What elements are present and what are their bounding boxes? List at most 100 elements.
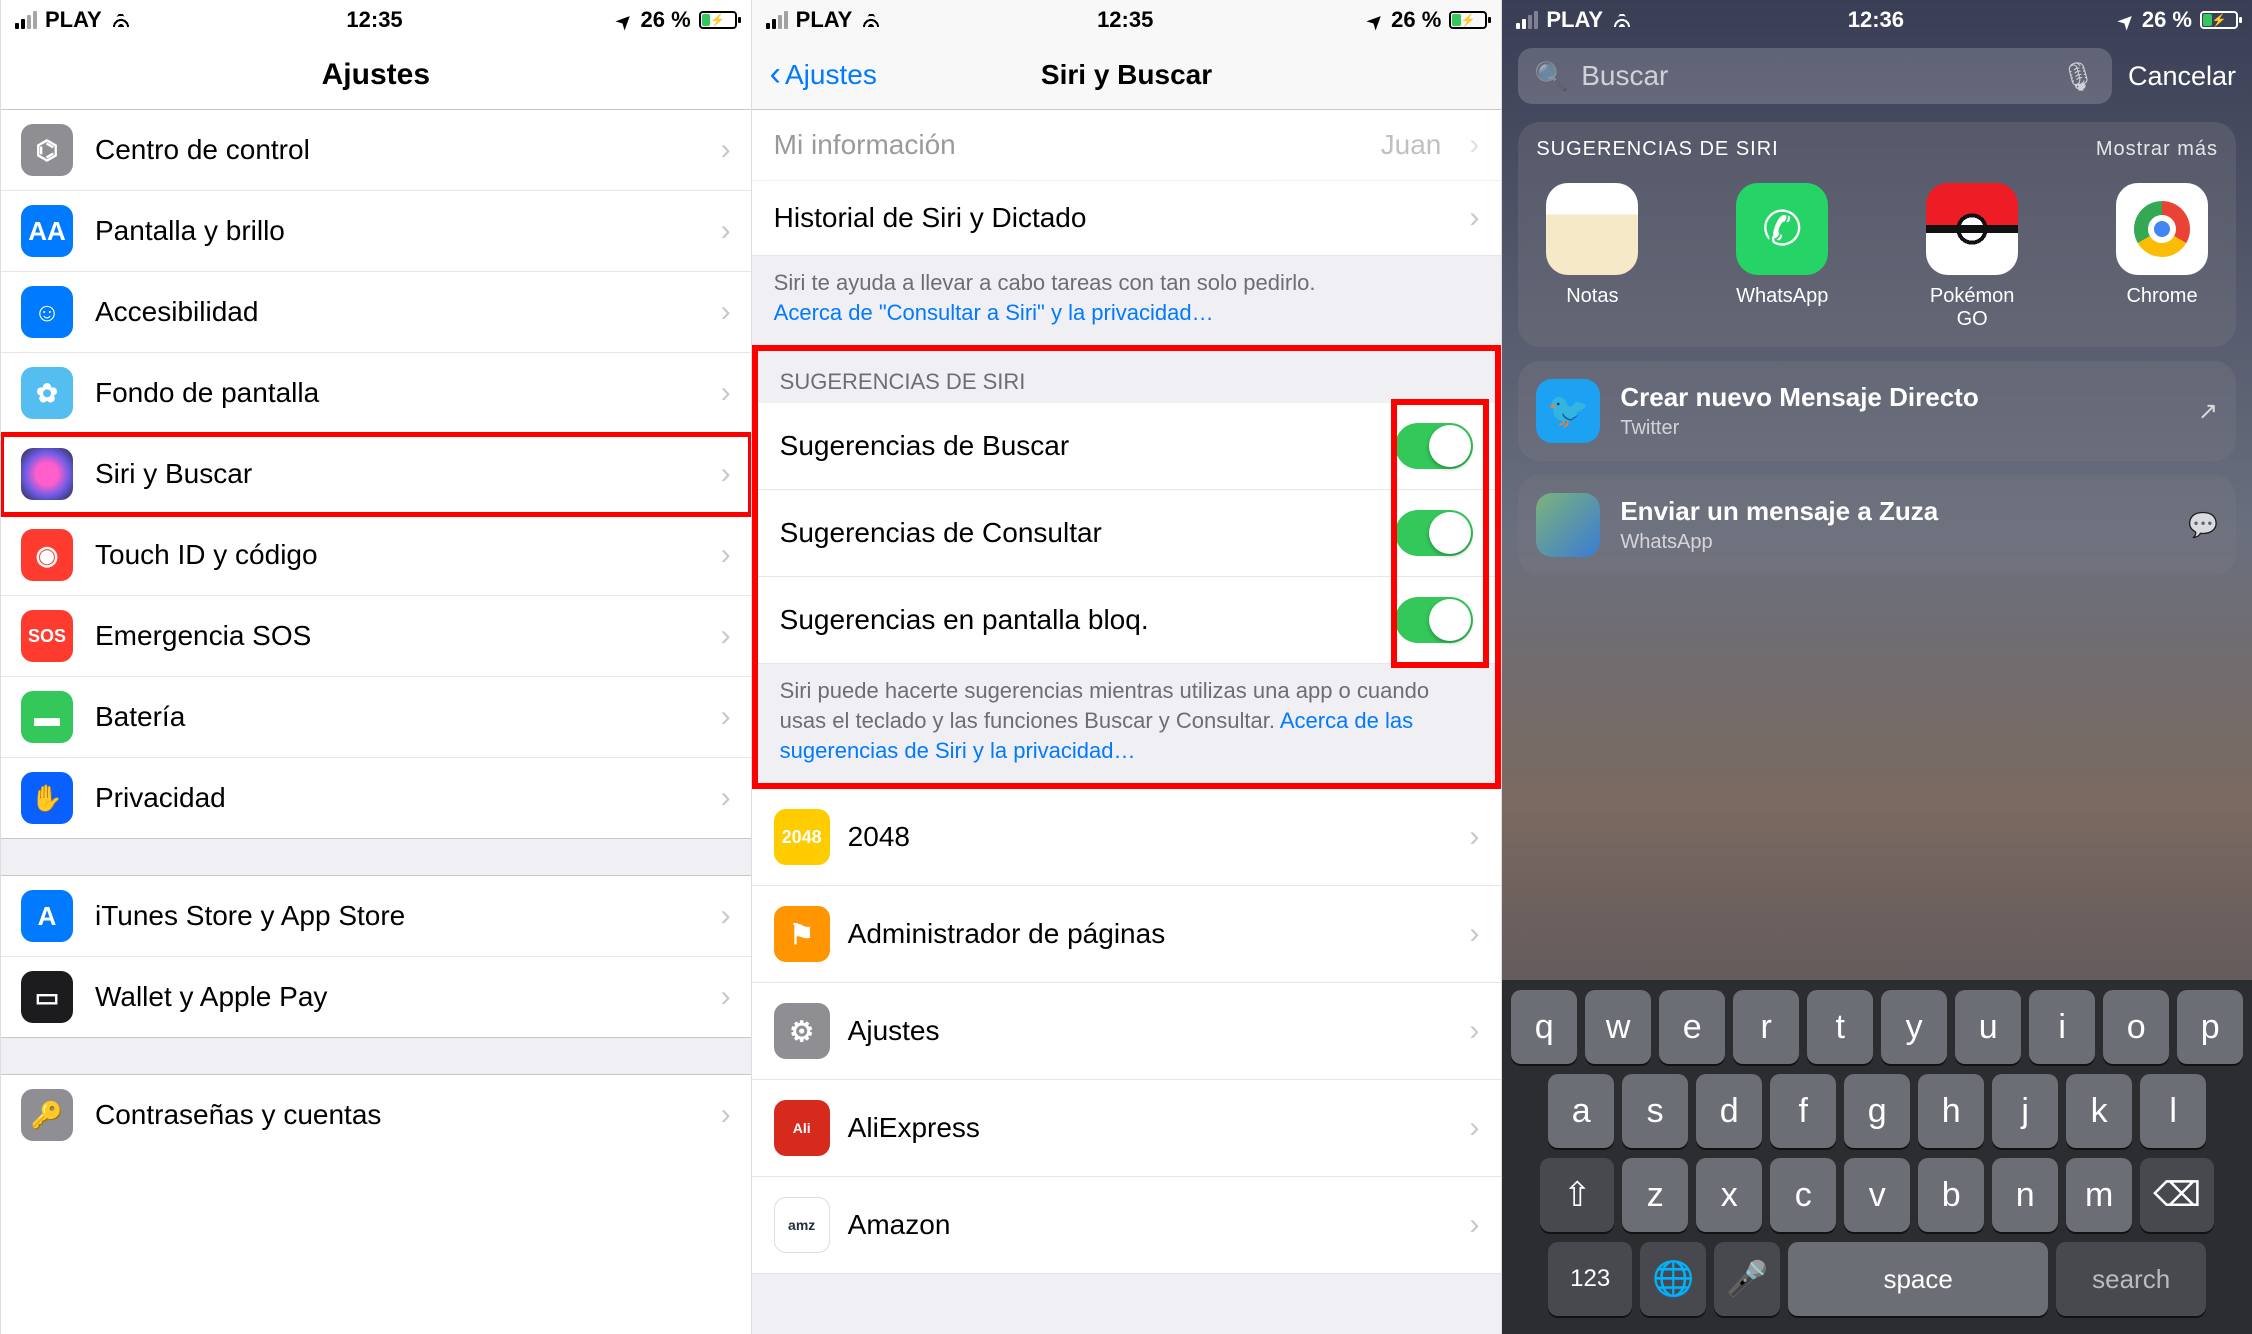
kb-row-3: ⇧ z x c v b n m ⌫ [1508,1158,2246,1232]
toggle-sugerencias-bloqueo[interactable]: Sugerencias en pantalla bloq. [758,577,1496,664]
key-space[interactable]: space [1788,1242,2048,1316]
row-accesibilidad[interactable]: ☺Accesibilidad› [1,272,751,353]
chevron-right-icon: › [1469,201,1479,235]
row-pantalla-y-brillo[interactable]: AAPantalla y brillo› [1,191,751,272]
key-globe[interactable]: 🌐 [1640,1242,1706,1316]
location-icon [617,7,632,33]
chevron-right-icon: › [1469,917,1479,951]
row-fondo-de-pantalla[interactable]: ✿Fondo de pantalla› [1,353,751,434]
app-row-aliexpress[interactable]: AliAliExpress› [752,1080,1502,1177]
highlighted-suggestions-block: SUGERENCIAS DE SIRI Sugerencias de Busca… [752,345,1502,789]
app-row-admin-pages[interactable]: ⚑Administrador de páginas› [752,886,1502,983]
row-historial-siri[interactable]: Historial de Siri y Dictado › [752,181,1502,256]
key-w[interactable]: w [1585,990,1651,1064]
key-z[interactable]: z [1622,1158,1688,1232]
key-icon: 🔑 [21,1089,73,1141]
key-i[interactable]: i [2029,990,2095,1064]
key-j[interactable]: j [1992,1074,2058,1148]
row-touch-id[interactable]: ◉Touch ID y código› [1,515,751,596]
status-bar: PLAY 12:35 26 % ⚡ [1,0,751,40]
row-mi-informacion[interactable]: Mi información Juan › [752,110,1502,181]
key-f[interactable]: f [1770,1074,1836,1148]
message-icon: 💬 [2188,511,2218,540]
battery-pct: 26 % [641,7,691,33]
app-aliexpress-icon: Ali [774,1100,830,1156]
row-bateria[interactable]: ▬Batería› [1,677,751,758]
search-row: 🔍 Buscar 🎙 Cancelar [1502,40,2252,112]
key-h[interactable]: h [1918,1074,1984,1148]
clock: 12:35 [1097,7,1153,33]
nav-bar: ‹Ajustes Siri y Buscar [752,40,1502,110]
highlight-switches [1391,399,1489,668]
app-amazon-icon: amz [774,1197,830,1253]
app-row-amazon[interactable]: amzAmazon› [752,1177,1502,1274]
key-a[interactable]: a [1548,1074,1614,1148]
text-size-icon: AA [21,205,73,257]
chevron-right-icon: › [721,899,731,933]
row-contrasenas[interactable]: 🔑Contraseñas y cuentas› [1,1075,751,1155]
cancel-button[interactable]: Cancelar [2128,61,2236,92]
key-o[interactable]: o [2103,990,2169,1064]
key-y[interactable]: y [1881,990,1947,1064]
chevron-right-icon: › [721,295,731,329]
app-row-2048[interactable]: 20482048› [752,789,1502,886]
show-more-button[interactable]: Mostrar más [2096,138,2218,161]
mic-icon[interactable]: 🎙 [2060,60,2096,93]
fingerprint-icon: ◉ [21,529,73,581]
location-icon [2119,7,2134,33]
group-gap [1,1037,751,1075]
key-n[interactable]: n [1992,1158,2058,1232]
action-twitter-dm[interactable]: 🐦 Crear nuevo Mensaje Directo Twitter ↗ [1518,361,2236,461]
clock: 12:36 [1848,7,1904,33]
row-wallet[interactable]: ▭Wallet y Apple Pay› [1,957,751,1037]
chevron-right-icon: › [721,700,731,734]
key-c[interactable]: c [1770,1158,1836,1232]
key-d[interactable]: d [1696,1074,1762,1148]
key-123[interactable]: 123 [1548,1242,1632,1316]
key-m[interactable]: m [2066,1158,2132,1232]
key-p[interactable]: p [2177,990,2243,1064]
battery-pct: 26 % [2142,7,2192,33]
search-icon: 🔍 [1534,60,1569,93]
row-privacidad[interactable]: ✋Privacidad› [1,758,751,838]
page-title: Siri y Buscar [752,59,1502,91]
key-k[interactable]: k [2066,1074,2132,1148]
key-g[interactable]: g [1844,1074,1910,1148]
key-l[interactable]: l [2140,1074,2206,1148]
key-r[interactable]: r [1733,990,1799,1064]
row-itunes-store[interactable]: AiTunes Store y App Store› [1,876,751,957]
toggle-sugerencias-buscar[interactable]: Sugerencias de Buscar [758,403,1496,490]
key-v[interactable]: v [1844,1158,1910,1232]
privacy-link-1[interactable]: Acerca de "Consultar a Siri" y la privac… [774,300,1214,325]
chevron-right-icon: › [721,457,731,491]
search-input[interactable]: 🔍 Buscar 🎙 [1518,48,2112,104]
appstore-icon: A [21,890,73,942]
row-siri-y-buscar[interactable]: Siri y Buscar› [1,434,751,515]
key-t[interactable]: t [1807,990,1873,1064]
settings-group-3: 🔑Contraseñas y cuentas› [1,1075,751,1155]
app-whatsapp[interactable]: ✆WhatsApp [1726,183,1838,331]
key-backspace[interactable]: ⌫ [2140,1158,2214,1232]
row-centro-de-control[interactable]: ⌬Centro de control› [1,110,751,191]
chevron-right-icon: › [1469,1208,1479,1242]
app-notas[interactable]: Notas [1536,183,1648,331]
row-emergencia[interactable]: SOSEmergencia SOS› [1,596,751,677]
status-bar: PLAY 12:36 26 % ⚡ [1502,0,2252,40]
action-whatsapp-zuza[interactable]: Enviar un mensaje a Zuza WhatsApp 💬 [1518,475,2236,575]
key-search[interactable]: search [2056,1242,2206,1316]
siri-suggestions-card: SUGERENCIAS DE SIRI Mostrar más Notas ✆W… [1518,122,2236,347]
key-mic[interactable]: 🎤 [1714,1242,1780,1316]
key-u[interactable]: u [1955,990,2021,1064]
whatsapp-icon: ✆ [1736,183,1828,275]
key-q[interactable]: q [1511,990,1577,1064]
app-row-ajustes[interactable]: ⚙Ajustes› [752,983,1502,1080]
key-x[interactable]: x [1696,1158,1762,1232]
key-shift[interactable]: ⇧ [1540,1158,1614,1232]
key-s[interactable]: s [1622,1074,1688,1148]
app-pokemon-go[interactable]: Pokémon GO [1916,183,2028,331]
app-chrome[interactable]: Chrome [2106,183,2218,331]
carrier-label: PLAY [45,7,102,33]
key-e[interactable]: e [1659,990,1725,1064]
toggle-sugerencias-consultar[interactable]: Sugerencias de Consultar [758,490,1496,577]
key-b[interactable]: b [1918,1158,1984,1232]
